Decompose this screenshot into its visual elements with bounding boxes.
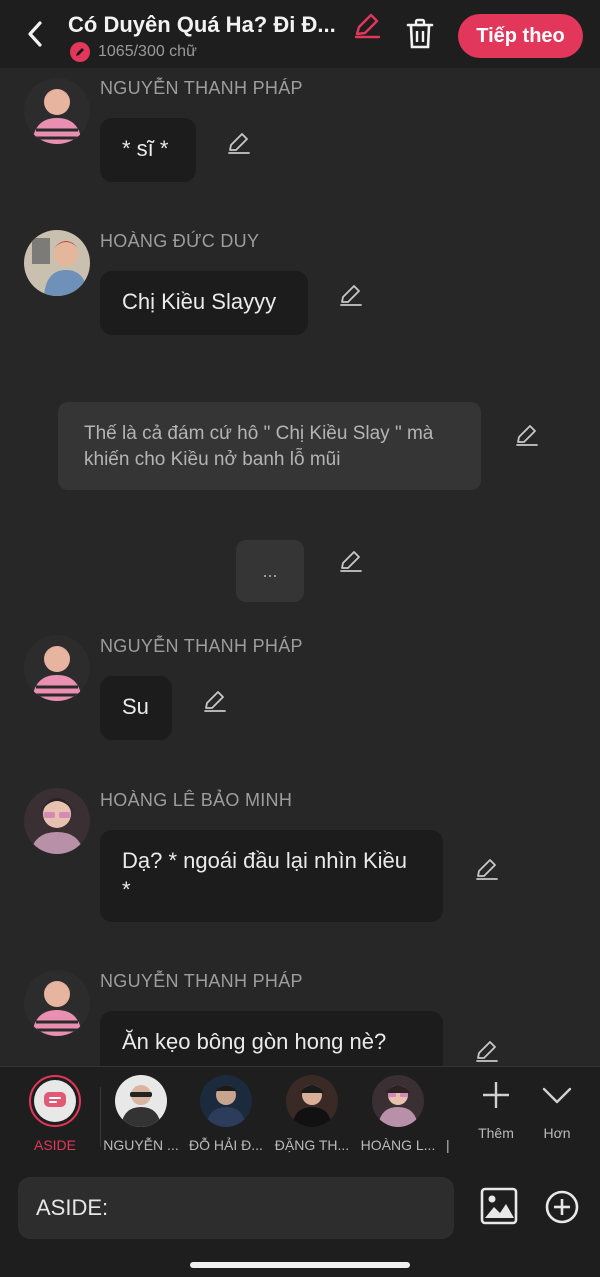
- character-label: ĐỖ HẢI Đ...: [189, 1137, 263, 1153]
- collapse-button[interactable]: Hơn: [528, 1081, 586, 1141]
- message-bubble[interactable]: Su: [100, 676, 172, 740]
- avatar[interactable]: [24, 788, 90, 854]
- aside-avatar: [29, 1075, 81, 1127]
- chat-bubble-icon: [44, 1092, 66, 1107]
- edit-message-icon[interactable]: [226, 130, 252, 156]
- edit-ellipsis-icon[interactable]: [338, 548, 364, 574]
- more-label: Thêm: [478, 1125, 514, 1141]
- edit-message-icon[interactable]: [202, 688, 228, 714]
- character-option[interactable]: ĐẶNG TH...: [272, 1075, 352, 1153]
- character-name: NGUYỄN THANH PHÁP: [100, 78, 303, 98]
- character-label: NGUYỄN ...: [103, 1137, 179, 1153]
- character-label: ĐẶNG TH...: [274, 1137, 350, 1153]
- character-label: HOÀNG L...: [360, 1137, 436, 1153]
- word-count-text: 1065/300 chữ: [98, 43, 197, 60]
- plus-icon: [483, 1082, 509, 1108]
- chevron-down-icon: [542, 1087, 572, 1104]
- edit-title-icon[interactable]: [352, 10, 382, 40]
- input-bar: ASIDE:: [0, 1165, 600, 1277]
- next-button[interactable]: Tiếp theo: [458, 14, 583, 58]
- message-bubble[interactable]: Ăn kẹo bông gòn hong nè?: [100, 1011, 443, 1066]
- character-name: HOÀNG LÊ BẢO MINH: [100, 790, 293, 810]
- character-option[interactable]: HOÀNG L...: [358, 1075, 438, 1153]
- avatar[interactable]: [24, 78, 90, 144]
- character-name: NGUYỄN THANH PHÁP: [100, 636, 303, 656]
- home-indicator: [190, 1262, 410, 1268]
- character-label: ASIDE: [33, 1137, 76, 1153]
- message-bubble[interactable]: Chị Kiều Slayyy: [100, 271, 308, 335]
- word-count: 1065/300 chữ: [70, 42, 197, 62]
- edit-message-icon[interactable]: [338, 282, 364, 308]
- character-name: NGUYỄN THANH PHÁP: [100, 971, 303, 991]
- avatar[interactable]: [24, 230, 90, 296]
- avatar: [372, 1075, 424, 1127]
- character-option[interactable]: ĐỖ HẢI Đ...: [186, 1075, 266, 1153]
- avatar: [200, 1075, 252, 1127]
- top-bar: Có Duyên Quá Ha? Đi Đ... 1065/300 chữ Ti…: [0, 0, 600, 68]
- avatar[interactable]: [24, 970, 90, 1036]
- avatar: [115, 1075, 167, 1127]
- character-aside[interactable]: ASIDE: [15, 1075, 95, 1153]
- more-characters-cutoff: |: [446, 1137, 450, 1153]
- image-icon[interactable]: [480, 1187, 518, 1225]
- pencil-badge-icon: [70, 42, 90, 62]
- character-option[interactable]: NGUYỄN ...: [101, 1075, 181, 1153]
- add-character-button[interactable]: Thêm: [466, 1079, 526, 1141]
- back-icon[interactable]: [20, 18, 50, 50]
- edit-message-icon[interactable]: [474, 1038, 500, 1064]
- character-name: HOÀNG ĐỨC DUY: [100, 231, 260, 251]
- message-input[interactable]: ASIDE:: [18, 1177, 454, 1239]
- ellipsis-bubble[interactable]: ...: [236, 540, 304, 602]
- add-circle-icon[interactable]: [544, 1189, 580, 1225]
- avatar[interactable]: [24, 635, 90, 701]
- message-bubble[interactable]: Dạ? * ngoái đầu lại nhìn Kiều *: [100, 830, 443, 922]
- chat-area[interactable]: NGUYỄN THANH PHÁP * sĩ * HOÀNG ĐỨC DUY C…: [0, 68, 600, 1066]
- aside-bubble[interactable]: Thế là cả đám cứ hô " Chị Kiều Slay " mà…: [58, 402, 481, 490]
- less-label: Hơn: [543, 1125, 571, 1141]
- trash-icon[interactable]: [404, 18, 436, 50]
- edit-message-icon[interactable]: [474, 856, 500, 882]
- message-bubble[interactable]: * sĩ *: [100, 118, 196, 182]
- avatar: [286, 1075, 338, 1127]
- edit-aside-icon[interactable]: [514, 422, 540, 448]
- story-title[interactable]: Có Duyên Quá Ha? Đi Đ...: [68, 12, 343, 38]
- character-selector: ASIDE NGUYỄN ... ĐỖ HẢI Đ... ĐẶNG TH... …: [0, 1066, 600, 1165]
